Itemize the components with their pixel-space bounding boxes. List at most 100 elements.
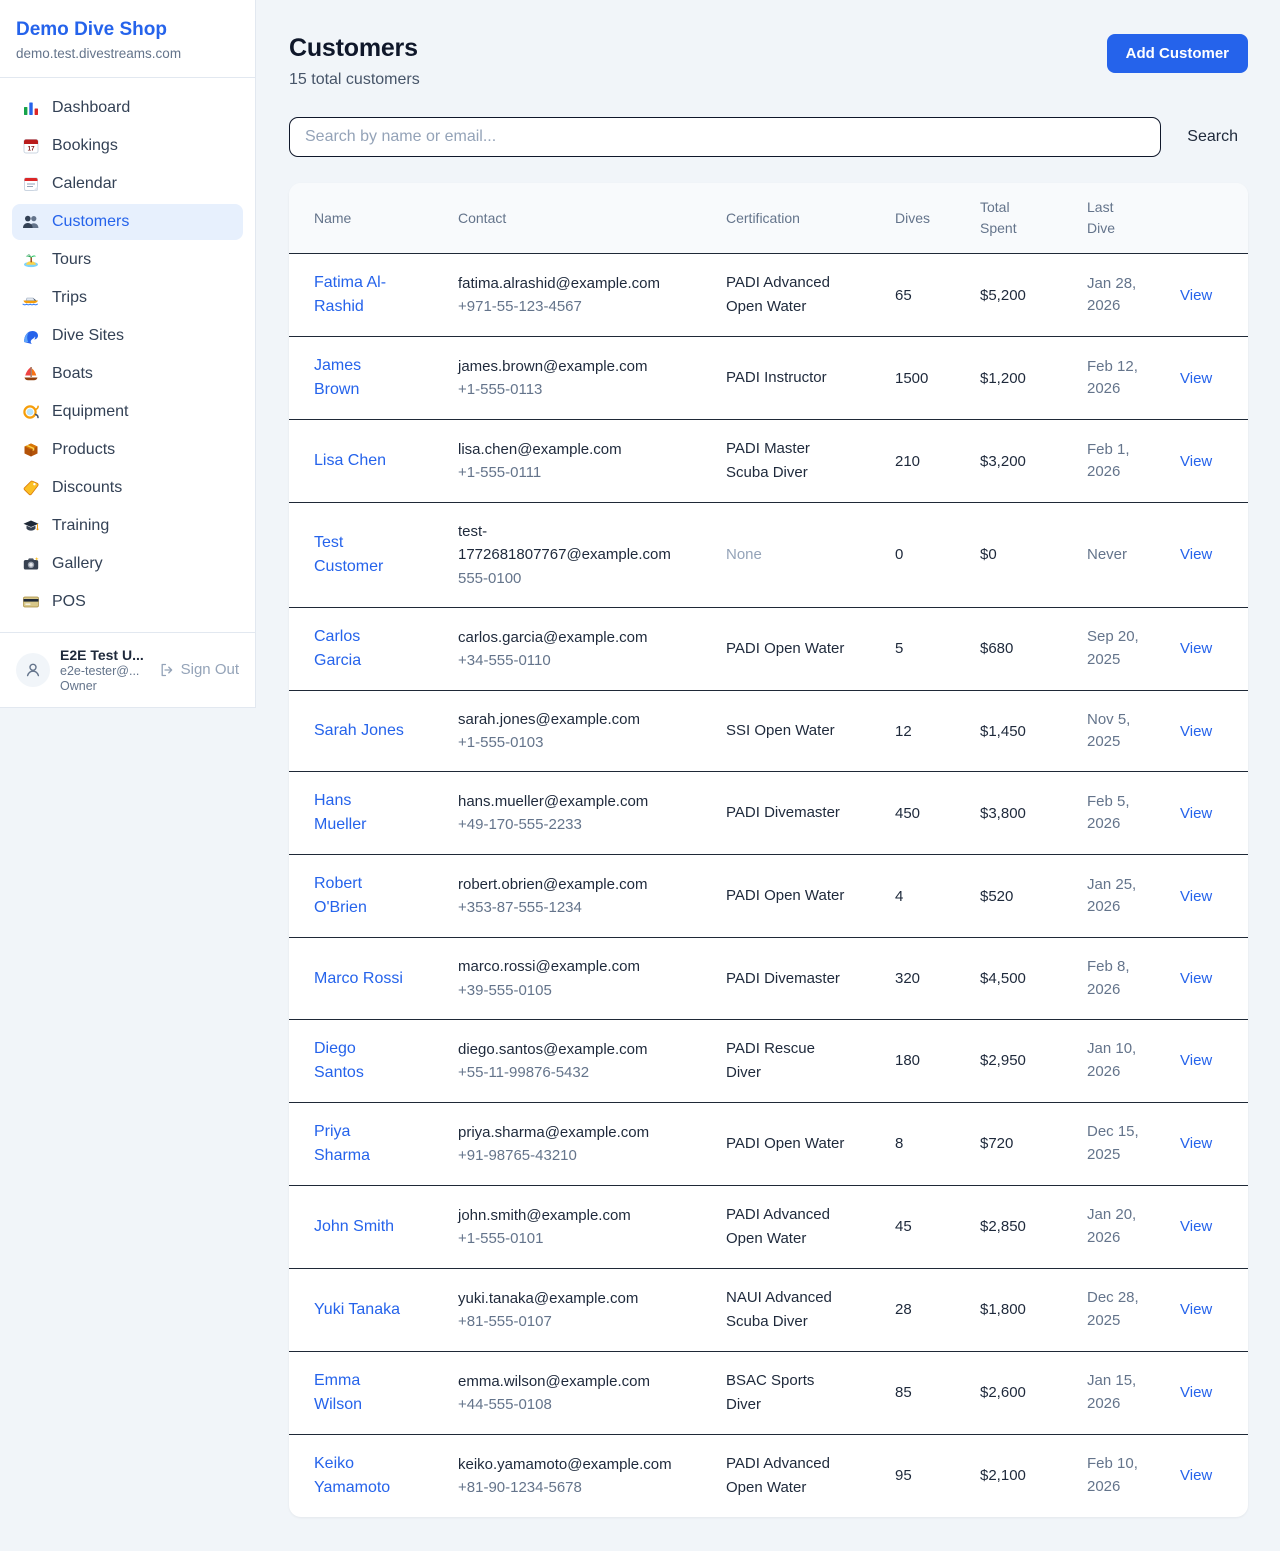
sidebar-item-bookings[interactable]: 17Bookings [12,128,243,164]
sidebar-item-label: Tours [52,251,91,269]
customer-last-dive: Feb 1, 2026 [1063,420,1156,503]
customer-name-link[interactable]: Emma Wilson [314,1369,408,1417]
sidebar-item-equipment[interactable]: Equipment [12,394,243,430]
sidebar-item-training[interactable]: Training [12,508,243,544]
sidebar-item-label: Bookings [52,137,118,155]
speedboat-icon [22,289,40,307]
page-title: Customers [289,34,420,63]
sidebar-item-pos[interactable]: POS [12,584,243,620]
customer-last-dive: Dec 28, 2025 [1063,1268,1156,1351]
customer-phone: +1-555-0101 [458,1227,688,1250]
customer-email: james.brown@example.com [458,355,688,378]
customer-total-spent: $2,850 [956,1185,1063,1268]
customer-phone: +1-555-0113 [458,378,688,401]
customer-total-spent: $0 [956,503,1063,608]
view-customer-link[interactable]: View [1180,370,1212,387]
sidebar-item-boats[interactable]: Boats [12,356,243,392]
customer-total-spent: $1,200 [956,337,1063,420]
customer-phone: 555-0100 [458,567,688,590]
customer-certification: PADI Open Water [702,1102,871,1185]
view-customer-link[interactable]: View [1180,546,1212,563]
customer-dives: 1500 [871,337,956,420]
customer-total-spent: $520 [956,855,1063,938]
customer-phone: +55-11-99876-5432 [458,1061,688,1084]
view-customer-link[interactable]: View [1180,1384,1212,1401]
view-customer-link[interactable]: View [1180,723,1212,740]
view-customer-link[interactable]: View [1180,888,1212,905]
sidebar-item-label: Training [52,517,109,535]
sidebar-item-discounts[interactable]: Discounts [12,470,243,506]
view-customer-link[interactable]: View [1180,453,1212,470]
customers-table: NameContactCertificationDivesTotal Spent… [289,183,1248,1517]
search-button[interactable]: Search [1177,128,1248,146]
customer-dives: 65 [871,254,956,337]
customer-name-link[interactable]: Fatima Al-Rashid [314,271,408,319]
sidebar-item-gallery[interactable]: Gallery [12,546,243,582]
view-customer-link[interactable]: View [1180,1052,1212,1069]
customer-phone: +34-555-0110 [458,649,688,672]
brand-name[interactable]: Demo Dive Shop [16,18,239,42]
customer-dives: 28 [871,1268,956,1351]
sidebar-item-label: Trips [52,289,87,307]
customer-name-link[interactable]: Marco Rossi [314,967,403,991]
customer-name-link[interactable]: Hans Mueller [314,789,408,837]
sidebar-item-customers[interactable]: Customers [12,204,243,240]
view-customer-link[interactable]: View [1180,1301,1212,1318]
customer-email: keiko.yamamoto@example.com [458,1453,688,1476]
customer-dives: 85 [871,1351,956,1434]
customer-name-link[interactable]: Diego Santos [314,1037,408,1085]
customer-name-link[interactable]: Carlos Garcia [314,625,408,673]
view-customer-link[interactable]: View [1180,805,1212,822]
customer-certification: BSAC Sports Diver [702,1351,871,1434]
customer-name-link[interactable]: Sarah Jones [314,719,404,743]
table-row: Sarah Jonessarah.jones@example.com+1-555… [289,690,1248,772]
view-customer-link[interactable]: View [1180,640,1212,657]
customer-total-spent: $2,600 [956,1351,1063,1434]
customer-phone: +81-90-1234-5678 [458,1476,688,1499]
customer-certification: NAUI Advanced Scuba Diver [702,1268,871,1351]
table-row: Carlos Garciacarlos.garcia@example.com+3… [289,607,1248,690]
customer-name-link[interactable]: Robert O'Brien [314,872,408,920]
customer-last-dive: Never [1063,503,1156,608]
customer-name-link[interactable]: Priya Sharma [314,1120,408,1168]
sidebar-item-dive-sites[interactable]: Dive Sites [12,318,243,354]
customer-name-link[interactable]: John Smith [314,1215,394,1239]
customer-name-link[interactable]: Lisa Chen [314,449,386,473]
customer-total-spent: $680 [956,607,1063,690]
table-row: Robert O'Brienrobert.obrien@example.com+… [289,855,1248,938]
view-customer-link[interactable]: View [1180,1218,1212,1235]
sidebar-item-tours[interactable]: Tours [12,242,243,278]
customer-last-dive: Jan 28, 2026 [1063,254,1156,337]
customer-phone: +39-555-0105 [458,979,688,1002]
view-customer-link[interactable]: View [1180,287,1212,304]
customer-email: priya.sharma@example.com [458,1121,688,1144]
table-row: James Brown james.brown@example.com+1-555… [289,337,1248,420]
customer-name-link[interactable]: Yuki Tanaka [314,1298,400,1322]
add-customer-button[interactable]: Add Customer [1107,34,1248,73]
customer-dives: 5 [871,607,956,690]
user-email: e2e-tester@... [60,664,149,678]
user-name: E2E Test U... [60,647,149,663]
customer-certification: PADI Divemaster [702,772,871,855]
customer-name-link[interactable]: Keiko Yamamoto [314,1452,408,1500]
customer-name-link[interactable]: James Brown [314,354,408,402]
sidebar-item-calendar[interactable]: Calendar [12,166,243,202]
sidebar-item-dashboard[interactable]: Dashboard [12,90,243,126]
column-header-actions [1156,183,1248,254]
sidebar-item-label: Dive Sites [52,327,124,345]
table-row: Test Customertest-1772681807767@example.… [289,503,1248,608]
sidebar-item-trips[interactable]: Trips [12,280,243,316]
customer-last-dive: Dec 15, 2025 [1063,1102,1156,1185]
sidebar-item-label: POS [52,593,86,611]
sidebar-item-label: Customers [52,213,129,231]
search-input[interactable] [289,117,1161,157]
sidebar-item-products[interactable]: Products [12,432,243,468]
view-customer-link[interactable]: View [1180,970,1212,987]
view-customer-link[interactable]: View [1180,1467,1212,1484]
sidebar-item-label: Calendar [52,175,117,193]
sign-out-button[interactable]: Sign Out [159,661,239,678]
view-customer-link[interactable]: View [1180,1135,1212,1152]
customer-certification: PADI Open Water [702,607,871,690]
customer-last-dive: Sep 20, 2025 [1063,607,1156,690]
customer-name-link[interactable]: Test Customer [314,531,408,579]
